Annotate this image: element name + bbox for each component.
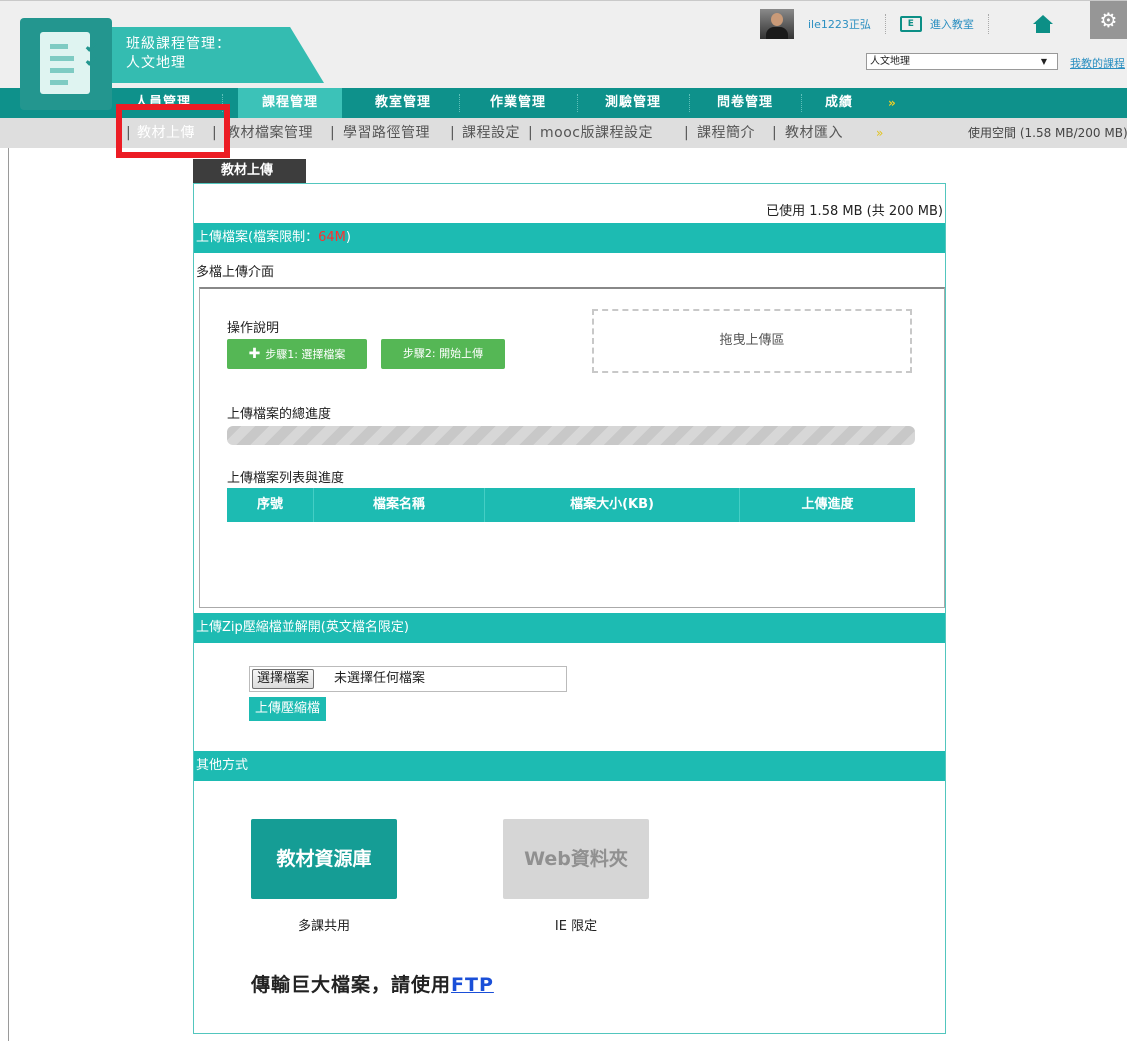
app-logo-icon[interactable] xyxy=(20,18,112,110)
my-courses-link[interactable]: 我教的課程 xyxy=(1070,55,1125,71)
file-list-label: 上傳檔案列表與進度 xyxy=(227,471,345,486)
multi-upload-panel: 操作說明 ✚ 步驟1: 選擇檔案 步驟2: 開始上傳 拖曳上傳區 上傳檔案的總進… xyxy=(199,287,945,608)
subnav-item-mooc-settings[interactable]: mooc版課程設定 xyxy=(540,118,653,148)
highlight-annotation xyxy=(116,104,230,158)
other-methods-header: 其他方式 xyxy=(194,751,945,781)
home-icon[interactable] xyxy=(1032,15,1053,33)
chevron-down-icon: ▼ xyxy=(1040,57,1047,66)
upload-section-title-end: ) xyxy=(345,230,351,245)
choose-file-button[interactable]: 選擇檔案 xyxy=(252,669,315,689)
file-list-table-header: 序號 檔案名稱 檔案大小(KB) 上傳進度 xyxy=(227,488,915,522)
col-header-index: 序號 xyxy=(227,488,314,522)
classroom-icon[interactable]: E xyxy=(899,16,922,32)
divider: | xyxy=(772,125,777,141)
subnav-item-course-settings[interactable]: 課程設定 xyxy=(462,118,520,148)
more-arrow-icon[interactable]: » xyxy=(888,88,896,118)
divider xyxy=(884,14,886,34)
content-panel: 已使用 1.58 MB (共 200 MB) 上傳檔案(檔案限制：64M) 多檔… xyxy=(193,183,946,1034)
subnav-item-course-intro[interactable]: 課程簡介 xyxy=(697,118,755,148)
storage-used-text: 已使用 1.58 MB (共 200 MB) xyxy=(766,204,943,219)
enter-classroom-link[interactable]: 進入教室 xyxy=(930,16,974,32)
total-progress-label: 上傳檔案的總進度 xyxy=(227,407,332,422)
nav-item-grades[interactable]: 成績 xyxy=(804,88,874,118)
divider: | xyxy=(450,125,455,141)
select-files-button[interactable]: ✚ 步驟1: 選擇檔案 xyxy=(227,339,367,369)
total-progress-bar xyxy=(227,426,915,445)
nav-item-questionnaire[interactable]: 問卷管理 xyxy=(692,88,798,118)
header-user-area: ile1223正弘 E 進入教室 xyxy=(760,9,1053,39)
divider: | xyxy=(330,125,335,141)
file-size-limit: 64M xyxy=(318,230,346,245)
divider: | xyxy=(684,125,689,141)
select-files-label: 步驟1: 選擇檔案 xyxy=(265,348,346,361)
web-folder-button[interactable]: Web資料夾 xyxy=(503,819,649,899)
upload-section-title: 上傳檔案(檔案限制： xyxy=(196,230,319,245)
drag-drop-zone[interactable]: 拖曳上傳區 xyxy=(592,309,912,373)
avatar[interactable] xyxy=(760,9,794,39)
file-status-text: 未選擇任何檔案 xyxy=(334,671,426,686)
more-arrow-icon[interactable]: » xyxy=(876,118,883,148)
divider xyxy=(577,94,578,112)
top-header: 班級課程管理： 人文地理 ile1223正弘 E 進入教室 ⚙ 人文地理 ▼ 我… xyxy=(0,0,1127,88)
course-name: 人文地理 xyxy=(126,55,186,71)
ftp-notice: 傳輸巨大檔案，請使用FTP xyxy=(251,970,494,997)
gear-icon[interactable]: ⚙ xyxy=(1090,1,1127,39)
upload-section-header: 上傳檔案(檔案限制：64M) xyxy=(194,223,945,253)
subnav-item-file-manage[interactable]: 教材檔案管理 xyxy=(226,118,313,148)
divider xyxy=(801,94,802,112)
start-upload-button[interactable]: 步驟2: 開始上傳 xyxy=(381,339,505,369)
course-select-value: 人文地理 xyxy=(870,56,910,67)
nav-item-exam[interactable]: 測驗管理 xyxy=(580,88,686,118)
nav-item-homework[interactable]: 作業管理 xyxy=(462,88,574,118)
space-usage-text: 使用空間 (1.58 MB/200 MB) xyxy=(968,126,1127,140)
subnav-item-learning-path[interactable]: 學習路徑管理 xyxy=(343,118,430,148)
col-header-filename: 檔案名稱 xyxy=(314,488,485,522)
divider: | xyxy=(528,125,533,141)
course-select[interactable]: 人文地理 ▼ xyxy=(866,53,1058,70)
zip-file-input[interactable]: 選擇檔案 未選擇任何檔案 xyxy=(249,666,567,692)
upload-zip-button[interactable]: 上傳壓縮檔 xyxy=(249,697,327,721)
zip-section-header: 上傳Zip壓縮檔並解開(英文檔名限定) xyxy=(194,613,945,643)
divider xyxy=(689,94,690,112)
instructions-label: 操作說明 xyxy=(227,321,280,336)
divider xyxy=(459,94,460,112)
multi-upload-title: 多檔上傳介面 xyxy=(196,265,275,280)
nav-item-course[interactable]: 課程管理 xyxy=(238,88,342,118)
course-title: 班級課程管理： 人文地理 xyxy=(126,35,231,73)
page-tab-upload[interactable]: 教材上傳 xyxy=(193,159,306,183)
resource-library-caption: 多課共用 xyxy=(297,919,350,934)
subnav-item-import[interactable]: 教材匯入 xyxy=(785,118,843,148)
col-header-filesize: 檔案大小(KB) xyxy=(485,488,740,522)
course-label: 班級課程管理： xyxy=(126,36,231,52)
divider xyxy=(987,14,989,34)
resource-library-button[interactable]: 教材資源庫 xyxy=(251,819,397,899)
nav-item-classroom[interactable]: 教室管理 xyxy=(350,88,456,118)
col-header-progress: 上傳進度 xyxy=(801,497,854,512)
ftp-notice-text: 傳輸巨大檔案，請使用 xyxy=(251,974,452,996)
web-folder-caption: IE 限定 xyxy=(554,919,598,934)
plus-icon: ✚ xyxy=(248,346,266,362)
divider xyxy=(8,148,9,1041)
user-name-link[interactable]: ile1223正弘 xyxy=(808,16,871,32)
ftp-link[interactable]: FTP xyxy=(451,974,494,996)
